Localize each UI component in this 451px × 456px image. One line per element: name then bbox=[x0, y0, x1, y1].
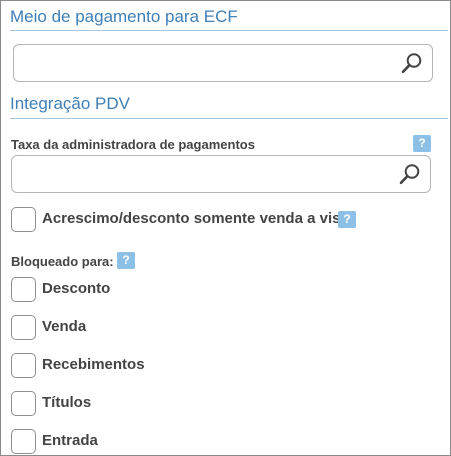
venda-label: Venda bbox=[42, 318, 87, 335]
bloqueado-option-titulos[interactable]: Títulos bbox=[11, 391, 211, 417]
search-icon[interactable] bbox=[398, 162, 422, 186]
desconto-checkbox[interactable] bbox=[11, 277, 36, 302]
meio-pagamento-input[interactable] bbox=[20, 51, 390, 75]
acrescimo-label: Acrescimo/desconto somente venda a vista bbox=[42, 210, 354, 227]
titulos-checkbox[interactable] bbox=[11, 391, 36, 416]
taxa-label: Taxa da administradora de pagamentos bbox=[11, 137, 255, 152]
recebimentos-checkbox[interactable] bbox=[11, 353, 36, 378]
section-title-ecf: Meio de pagamento para ECF bbox=[10, 7, 238, 26]
acrescimo-option[interactable]: Acrescimo/desconto somente venda a vista bbox=[11, 207, 371, 233]
bloqueado-option-desconto[interactable]: Desconto bbox=[11, 277, 211, 303]
desconto-label: Desconto bbox=[42, 280, 111, 297]
taxa-help-icon[interactable]: ? bbox=[413, 135, 431, 152]
acrescimo-checkbox[interactable] bbox=[11, 207, 36, 232]
search-icon[interactable] bbox=[400, 51, 424, 75]
payment-settings-panel: Meio de pagamento para ECF Integração PD… bbox=[0, 0, 451, 456]
acrescimo-help-icon[interactable]: ? bbox=[338, 211, 356, 228]
meio-pagamento-lookup[interactable] bbox=[13, 44, 433, 82]
bloqueado-option-entrada[interactable]: Entrada bbox=[11, 429, 211, 455]
taxa-input[interactable] bbox=[18, 162, 388, 186]
venda-checkbox[interactable] bbox=[11, 315, 36, 340]
entrada-label: Entrada bbox=[42, 432, 98, 449]
bloqueado-option-venda[interactable]: Venda bbox=[11, 315, 211, 341]
bloqueado-help-icon[interactable]: ? bbox=[117, 252, 135, 269]
titulos-label: Títulos bbox=[42, 394, 92, 411]
section-divider bbox=[10, 30, 448, 31]
entrada-checkbox[interactable] bbox=[11, 429, 36, 454]
bloqueado-option-recebimentos[interactable]: Recebimentos bbox=[11, 353, 211, 379]
section-divider bbox=[10, 118, 448, 119]
taxa-lookup[interactable] bbox=[11, 155, 431, 193]
bloqueado-label: Bloqueado para: bbox=[11, 254, 114, 269]
recebimentos-label: Recebimentos bbox=[42, 356, 145, 373]
section-title-pdv: Integração PDV bbox=[10, 94, 131, 113]
